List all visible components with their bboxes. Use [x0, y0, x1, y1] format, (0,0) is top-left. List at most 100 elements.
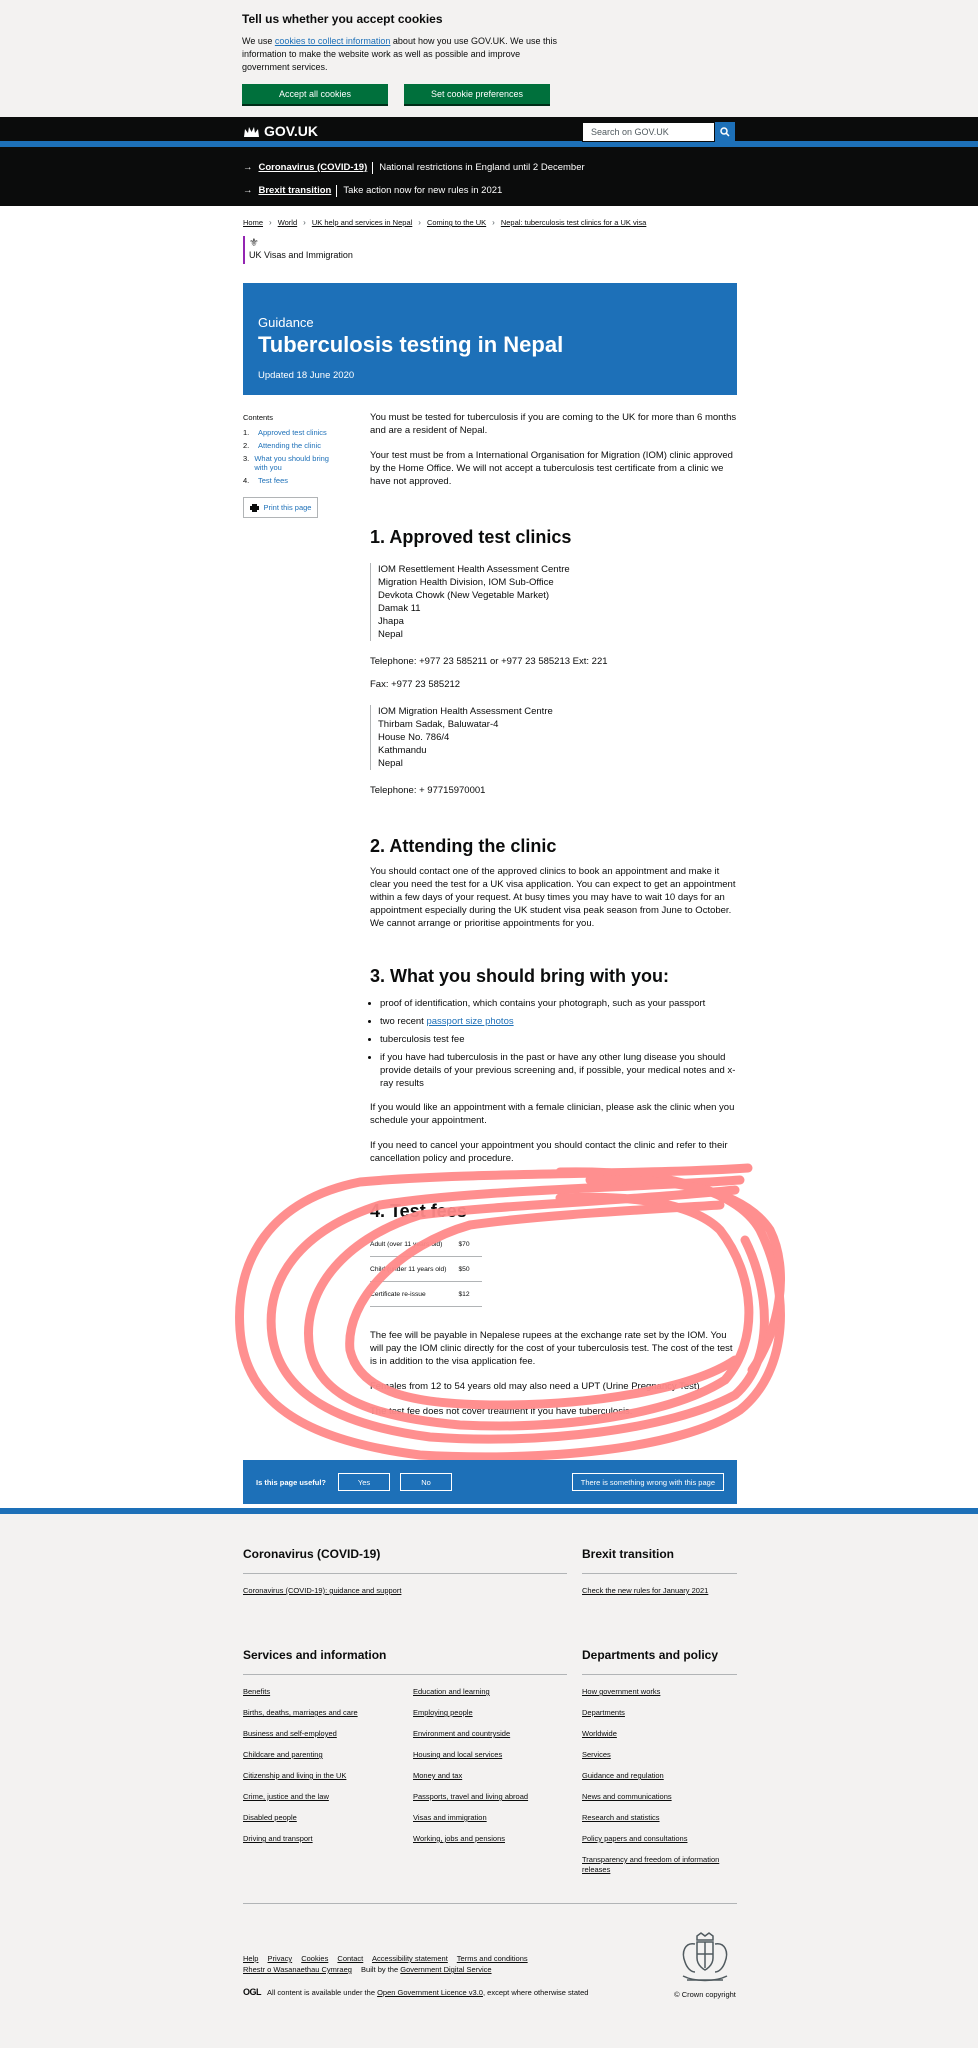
built-by: Built by the Government Digital Service: [361, 1965, 492, 1974]
footer-link[interactable]: Transparency and freedom of information …: [582, 1855, 737, 1875]
crown-icon: [244, 126, 259, 137]
footer-link[interactable]: Research and statistics: [582, 1813, 737, 1823]
feedback-no-button[interactable]: No: [400, 1473, 453, 1491]
breadcrumb-home[interactable]: Home: [243, 218, 263, 227]
footer-link[interactable]: Guidance and regulation: [582, 1771, 737, 1781]
breadcrumb-current[interactable]: Nepal: tuberculosis test clinics for a U…: [501, 218, 646, 227]
table-row: Adult (over 11 years old) $70: [370, 1232, 482, 1257]
footer-link[interactable]: Education and learning: [413, 1687, 567, 1697]
footer-brexit-section: Brexit transition Check the new rules fo…: [582, 1547, 737, 1607]
footer-link[interactable]: Departments: [582, 1708, 737, 1718]
meta-link-cookies[interactable]: Cookies: [301, 1954, 328, 1963]
cookie-title: Tell us whether you accept cookies: [242, 12, 443, 26]
cookie-preferences-button[interactable]: Set cookie preferences: [404, 84, 550, 104]
contents-item: 3. What you should bring with you: [243, 454, 333, 472]
chevron-right-icon: ›: [492, 218, 495, 227]
footer-link[interactable]: Citizenship and living in the UK: [243, 1771, 413, 1781]
footer-heading: Departments and policy: [582, 1648, 737, 1675]
footer-link[interactable]: Housing and local services: [413, 1750, 567, 1760]
site-footer: Coronavirus (COVID-19) Coronavirus (COVI…: [0, 1508, 978, 2048]
footer-link[interactable]: Visas and immigration: [413, 1813, 567, 1823]
search-button[interactable]: [715, 122, 735, 142]
covid-notice-link[interactable]: Coronavirus (COVID-19): [259, 162, 368, 173]
footer-link[interactable]: Check the new rules for January 2021: [582, 1586, 737, 1596]
intro-paragraph: Your test must be from a International O…: [370, 450, 733, 487]
chevron-right-icon: ›: [269, 218, 272, 227]
footer-link[interactable]: Crime, justice and the law: [243, 1792, 413, 1802]
footer-link[interactable]: Services: [582, 1750, 737, 1760]
footer-covid-section: Coronavirus (COVID-19) Coronavirus (COVI…: [243, 1547, 567, 1607]
report-problem-button[interactable]: There is something wrong with this page: [571, 1473, 724, 1491]
covid-notice-text: National restrictions in England until 2…: [372, 161, 585, 174]
cookie-info-link[interactable]: cookies to collect information: [275, 36, 391, 46]
organisation-logo[interactable]: ⚜ UK Visas and Immigration: [243, 236, 353, 264]
chevron-right-icon: ›: [303, 218, 306, 227]
footer-link[interactable]: Benefits: [243, 1687, 413, 1697]
footer-link[interactable]: Employing people: [413, 1708, 567, 1718]
printer-icon: [249, 503, 259, 512]
clinic-telephone: Telephone: + 97715970001: [370, 785, 486, 796]
meta-link-accessibility[interactable]: Accessibility statement: [372, 1954, 448, 1963]
contents-link-approved-clinics[interactable]: Approved test clinics: [258, 428, 327, 437]
footer-link[interactable]: Working, jobs and pensions: [413, 1834, 567, 1844]
gds-link[interactable]: Government Digital Service: [400, 1965, 491, 1974]
footer-link[interactable]: Environment and countryside: [413, 1729, 567, 1739]
contents-link-what-to-bring[interactable]: What you should bring with you: [254, 454, 333, 472]
meta-link-help[interactable]: Help: [243, 1954, 258, 1963]
print-button[interactable]: Print this page: [243, 497, 318, 518]
footer-services-section: Services and information Benefits Births…: [243, 1648, 567, 1855]
feedback-bar: Is this page useful? Yes No There is som…: [243, 1460, 737, 1504]
list-item: two recent passport size photos: [380, 1015, 737, 1028]
search-input[interactable]: Search on GOV.UK: [582, 122, 715, 142]
bring-list: proof of identification, which contains …: [370, 997, 737, 1090]
list-item: tuberculosis test fee: [380, 1033, 737, 1046]
contents-title: Contents: [243, 413, 274, 422]
search-form: Search on GOV.UK: [582, 122, 735, 142]
accept-cookies-button[interactable]: Accept all cookies: [242, 84, 388, 104]
brexit-notice: → Brexit transition Take action now for …: [0, 179, 978, 202]
footer-link[interactable]: Policy papers and consultations: [582, 1834, 737, 1844]
ogl-logo: OGL: [243, 1987, 262, 1997]
footer-link[interactable]: Passports, travel and living abroad: [413, 1792, 567, 1802]
footer-link[interactable]: Worldwide: [582, 1729, 737, 1739]
title-block: Guidance Tuberculosis testing in Nepal U…: [243, 283, 737, 395]
chevron-right-icon: ›: [418, 218, 421, 227]
feedback-yes-button[interactable]: Yes: [338, 1473, 391, 1491]
page-title: Tuberculosis testing in Nepal: [258, 332, 564, 357]
contents-item: 1. Approved test clinics: [243, 428, 327, 437]
breadcrumb-uk-help-nepal[interactable]: UK help and services in Nepal: [312, 218, 412, 227]
table-row: Certificate re-issue $12: [370, 1281, 482, 1307]
footer-link[interactable]: Coronavirus (COVID-19): guidance and sup…: [243, 1586, 567, 1596]
contents-link-test-fees[interactable]: Test fees: [258, 476, 288, 485]
passport-photos-link[interactable]: passport size photos: [426, 1016, 513, 1027]
footer-link[interactable]: How government works: [582, 1687, 737, 1697]
ogl-link[interactable]: Open Government Licence v3.0: [377, 1988, 483, 1997]
meta-link-terms[interactable]: Terms and conditions: [457, 1954, 528, 1963]
crown-copyright[interactable]: © Crown copyright: [673, 1932, 737, 1999]
footer-link[interactable]: Disabled people: [243, 1813, 413, 1823]
updated-date: Updated 18 June 2020: [258, 370, 355, 381]
pregnancy-test-paragraph: Females from 12 to 54 years old may also…: [370, 1381, 703, 1392]
footer-link[interactable]: News and communications: [582, 1792, 737, 1802]
footer-link[interactable]: Business and self-employed: [243, 1729, 413, 1739]
meta-link-welsh[interactable]: Rhestr o Wasanaethau Cymraeg: [243, 1965, 352, 1974]
arrow-right-icon: →: [243, 162, 253, 173]
breadcrumb-world[interactable]: World: [278, 218, 297, 227]
footer-link[interactable]: Births, deaths, marriages and care: [243, 1708, 413, 1718]
contents-item: 4. Test fees: [243, 476, 289, 485]
footer-link[interactable]: Childcare and parenting: [243, 1750, 413, 1760]
govuk-logo[interactable]: GOV.UK: [243, 123, 318, 139]
footer-departments-section: Departments and policy How government wo…: [582, 1648, 737, 1886]
fee-payment-paragraph: The fee will be payable in Nepalese rupe…: [370, 1330, 733, 1367]
brexit-notice-link[interactable]: Brexit transition: [259, 185, 332, 196]
footer-heading: Services and information: [243, 1648, 567, 1675]
licence: OGL All content is available under the O…: [243, 1987, 588, 1997]
breadcrumb-coming-to-uk[interactable]: Coming to the UK: [427, 218, 486, 227]
meta-link-contact[interactable]: Contact: [337, 1954, 363, 1963]
footer-link[interactable]: Money and tax: [413, 1771, 567, 1781]
meta-link-privacy[interactable]: Privacy: [268, 1954, 293, 1963]
footer-meta: Help Privacy Cookies Contact Accessibili…: [243, 1903, 737, 1999]
contents-link-attending[interactable]: Attending the clinic: [258, 441, 321, 450]
clinic-address: IOM Migration Health Assessment Centre T…: [370, 705, 737, 770]
footer-link[interactable]: Driving and transport: [243, 1834, 413, 1844]
